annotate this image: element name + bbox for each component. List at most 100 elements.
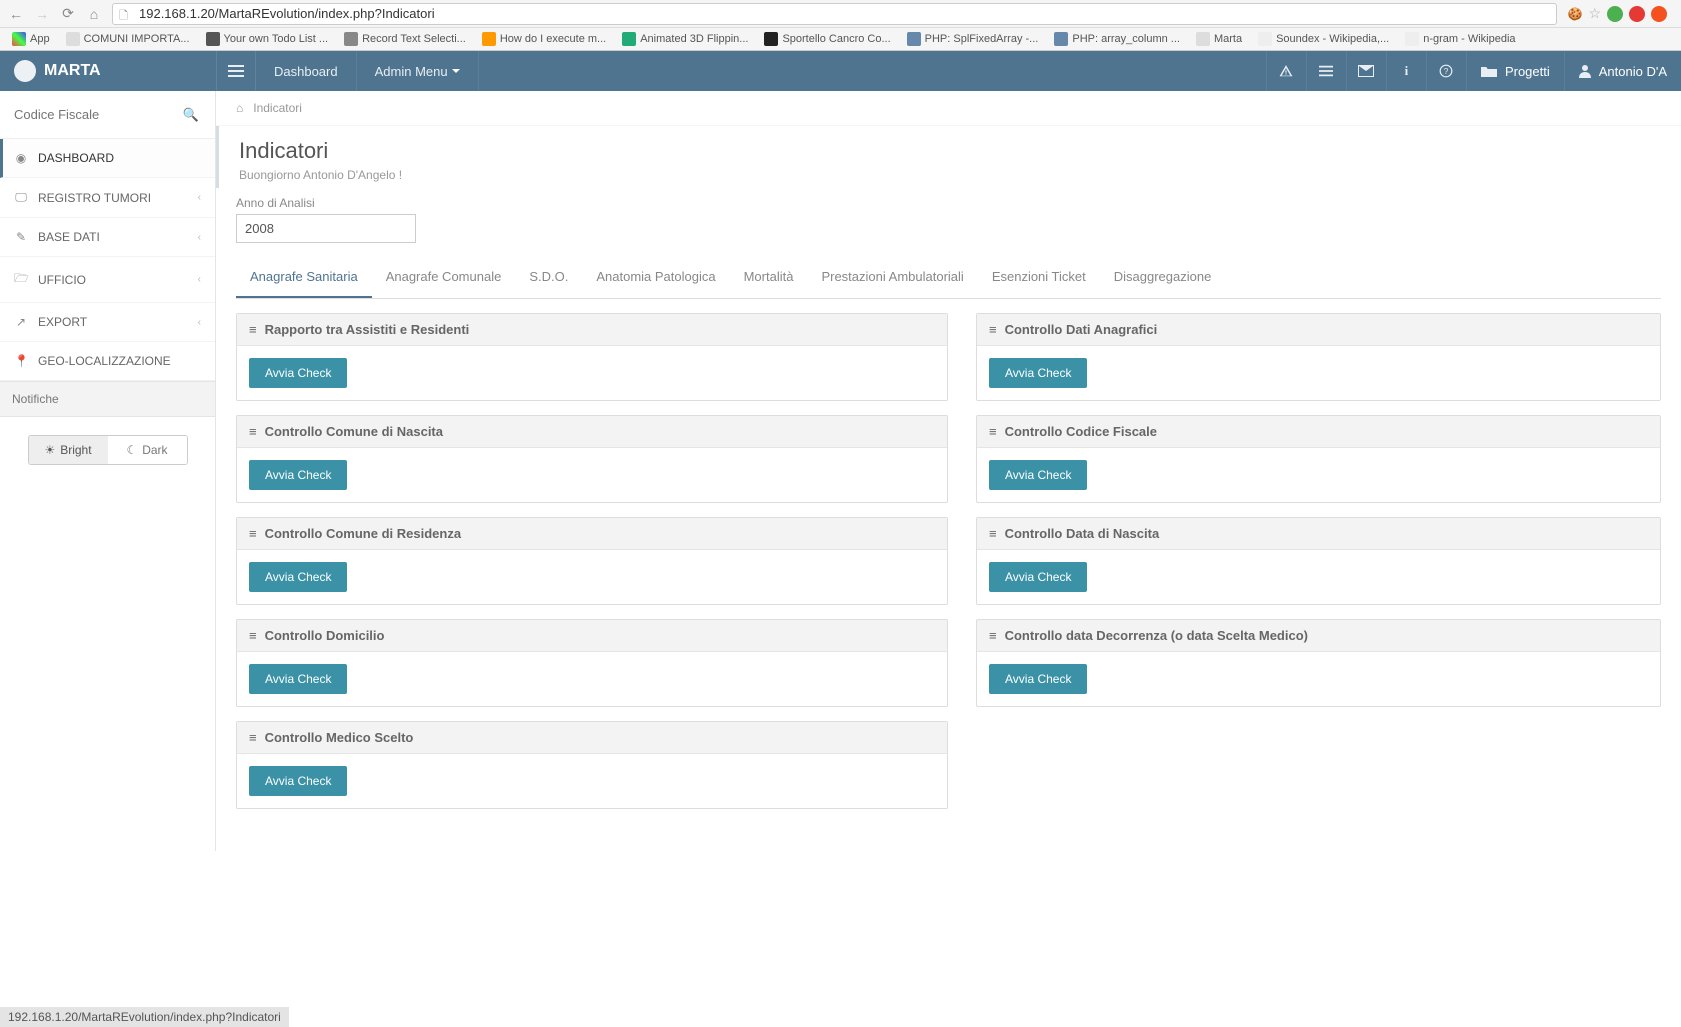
tab-disaggregazione[interactable]: Disaggregazione — [1100, 257, 1226, 298]
star-icon[interactable]: ☆ — [1588, 5, 1601, 22]
list-icon: ≡ — [989, 628, 997, 643]
sidebar-item-base-dati[interactable]: ✎ BASE DATI ‹ — [0, 218, 215, 257]
theme-dark-button[interactable]: ☾ Dark — [108, 436, 187, 464]
card-data-decorrenza: ≡Controllo data Decorrenza (o data Scelt… — [976, 619, 1661, 707]
page-title: Indicatori — [239, 138, 1661, 164]
avvia-check-button[interactable]: Avvia Check — [249, 460, 347, 490]
map-marker-icon: 📍 — [14, 354, 28, 368]
breadcrumb-home-icon[interactable]: ⌂ — [236, 101, 243, 115]
nav-list-icon[interactable] — [1306, 51, 1346, 91]
card-rapporto-assistiti: ≡Rapporto tra Assistiti e Residenti Avvi… — [236, 313, 948, 401]
chevron-left-icon: ‹ — [198, 192, 201, 203]
sidebar: 🔍 ◉ DASHBOARD 🖵 REGISTRO TUMORI ‹ ✎ BASE… — [0, 91, 216, 851]
search-icon[interactable]: 🔍 — [183, 107, 199, 123]
tab-mortalita[interactable]: Mortalità — [730, 257, 808, 298]
share-icon: ↗ — [14, 315, 28, 329]
forward-button[interactable]: → — [34, 6, 50, 22]
brand[interactable]: MARTA — [0, 60, 216, 82]
card-dati-anagrafici: ≡Controllo Dati Anagrafici Avvia Check — [976, 313, 1661, 401]
avvia-check-button[interactable]: Avvia Check — [249, 562, 347, 592]
ext-green-icon[interactable] — [1607, 6, 1623, 22]
chevron-left-icon: ‹ — [198, 317, 201, 328]
cookie-icon[interactable]: 🍪 — [1567, 7, 1582, 21]
bookmarks-bar: App COMUNI IMPORTA... Your own Todo List… — [0, 28, 1681, 51]
sidebar-toggle[interactable] — [216, 51, 256, 91]
list-icon: ≡ — [989, 322, 997, 337]
main-content: ⌂ Indicatori Indicatori Buongiorno Anton… — [216, 91, 1681, 851]
bookmark-item[interactable]: PHP: SplFixedArray -... — [901, 30, 1045, 48]
ext-red-icon[interactable] — [1629, 6, 1645, 22]
list-icon: ≡ — [249, 628, 257, 643]
tab-anagrafe-sanitaria[interactable]: Anagrafe Sanitaria — [236, 257, 372, 298]
list-icon: ≡ — [249, 526, 257, 541]
user-icon — [1579, 64, 1591, 78]
search-input[interactable] — [12, 101, 203, 128]
bars-icon — [228, 65, 244, 77]
bookmark-item[interactable]: How do I execute m... — [476, 30, 612, 48]
tabs: Anagrafe Sanitaria Anagrafe Comunale S.D… — [236, 257, 1661, 299]
avvia-check-button[interactable]: Avvia Check — [249, 766, 347, 796]
back-button[interactable]: ← — [8, 6, 24, 22]
bookmark-item[interactable]: Your own Todo List ... — [200, 30, 335, 48]
tab-prestazioni[interactable]: Prestazioni Ambulatoriali — [807, 257, 977, 298]
reload-button[interactable]: ⟳ — [60, 6, 76, 22]
sidebar-item-dashboard[interactable]: ◉ DASHBOARD — [0, 139, 215, 178]
avvia-check-button[interactable]: Avvia Check — [989, 664, 1087, 694]
bookmark-item[interactable]: Marta — [1190, 30, 1248, 48]
url-text: 192.168.1.20/MartaREvolution/index.php?I… — [139, 6, 435, 21]
sidebar-item-export[interactable]: ↗ EXPORT ‹ — [0, 303, 215, 342]
breadcrumb-current: Indicatori — [253, 101, 302, 115]
svg-text:?: ? — [1444, 67, 1449, 76]
list-icon: ≡ — [249, 730, 257, 745]
avvia-check-button[interactable]: Avvia Check — [989, 460, 1087, 490]
tab-anagrafe-comunale[interactable]: Anagrafe Comunale — [372, 257, 516, 298]
card-comune-nascita: ≡Controllo Comune di Nascita Avvia Check — [236, 415, 948, 503]
sidebar-item-geo[interactable]: 📍 GEO-LOCALIZZAZIONE — [0, 342, 215, 381]
bookmark-item[interactable]: PHP: array_column ... — [1048, 30, 1186, 48]
nav-progetti[interactable]: Progetti — [1466, 51, 1564, 91]
brand-logo-icon — [14, 60, 36, 82]
app-header: MARTA Dashboard Admin Menu i ? Progetti … — [0, 51, 1681, 91]
tab-esenzioni[interactable]: Esenzioni Ticket — [978, 257, 1100, 298]
bookmark-item[interactable]: Animated 3D Flippin... — [616, 30, 754, 48]
url-bar[interactable]: 🗋 192.168.1.20/MartaREvolution/index.php… — [112, 3, 1557, 25]
card-comune-residenza: ≡Controllo Comune di Residenza Avvia Che… — [236, 517, 948, 605]
sidebar-item-ufficio[interactable]: 🗁 UFFICIO ‹ — [0, 257, 215, 303]
apps-button[interactable]: App — [6, 30, 56, 48]
card-domicilio: ≡Controllo Domicilio Avvia Check — [236, 619, 948, 707]
folder-open-icon: 🗁 — [14, 269, 28, 290]
tab-anatomia-patologica[interactable]: Anatomia Patologica — [582, 257, 729, 298]
browser-toolbar: ← → ⟳ ⌂ 🗋 192.168.1.20/MartaREvolution/i… — [0, 0, 1681, 28]
avvia-check-button[interactable]: Avvia Check — [989, 562, 1087, 592]
nav-dashboard[interactable]: Dashboard — [256, 51, 357, 91]
nav-admin-menu[interactable]: Admin Menu — [357, 51, 479, 91]
avvia-check-button[interactable]: Avvia Check — [249, 358, 347, 388]
list-icon: ≡ — [249, 322, 257, 337]
nav-user[interactable]: Antonio D'A — [1564, 51, 1681, 91]
nav-warning-icon[interactable] — [1266, 51, 1306, 91]
list-icon: ≡ — [249, 424, 257, 439]
bookmark-item[interactable]: n-gram - Wikipedia — [1399, 30, 1521, 48]
ext-orange-icon[interactable] — [1651, 6, 1667, 22]
folder-icon — [1481, 65, 1497, 77]
nav-mail-icon[interactable] — [1346, 51, 1386, 91]
bookmark-item[interactable]: Soundex - Wikipedia,... — [1252, 30, 1395, 48]
bookmark-item[interactable]: Sportello Cancro Co... — [758, 30, 896, 48]
year-input[interactable] — [236, 214, 416, 243]
avvia-check-button[interactable]: Avvia Check — [989, 358, 1087, 388]
statusbar: 192.168.1.20/MartaREvolution/index.php?I… — [0, 1007, 289, 1027]
nav-help-icon[interactable]: ? — [1426, 51, 1466, 91]
nav-info-icon[interactable]: i — [1386, 51, 1426, 91]
tab-sdo[interactable]: S.D.O. — [515, 257, 582, 298]
avvia-check-button[interactable]: Avvia Check — [249, 664, 347, 694]
home-button[interactable]: ⌂ — [86, 6, 102, 22]
bookmark-item[interactable]: COMUNI IMPORTA... — [60, 30, 196, 48]
theme-toggle: ☀ Bright ☾ Dark — [28, 435, 188, 465]
sidebar-item-registro-tumori[interactable]: 🖵 REGISTRO TUMORI ‹ — [0, 178, 215, 218]
list-icon: ≡ — [989, 424, 997, 439]
theme-bright-button[interactable]: ☀ Bright — [29, 436, 108, 464]
desktop-icon: 🖵 — [14, 190, 28, 205]
bookmark-item[interactable]: Record Text Selecti... — [338, 30, 472, 48]
cards-left-column: ≡Rapporto tra Assistiti e Residenti Avvi… — [236, 313, 948, 809]
extensions: 🍪 ☆ — [1567, 5, 1673, 22]
